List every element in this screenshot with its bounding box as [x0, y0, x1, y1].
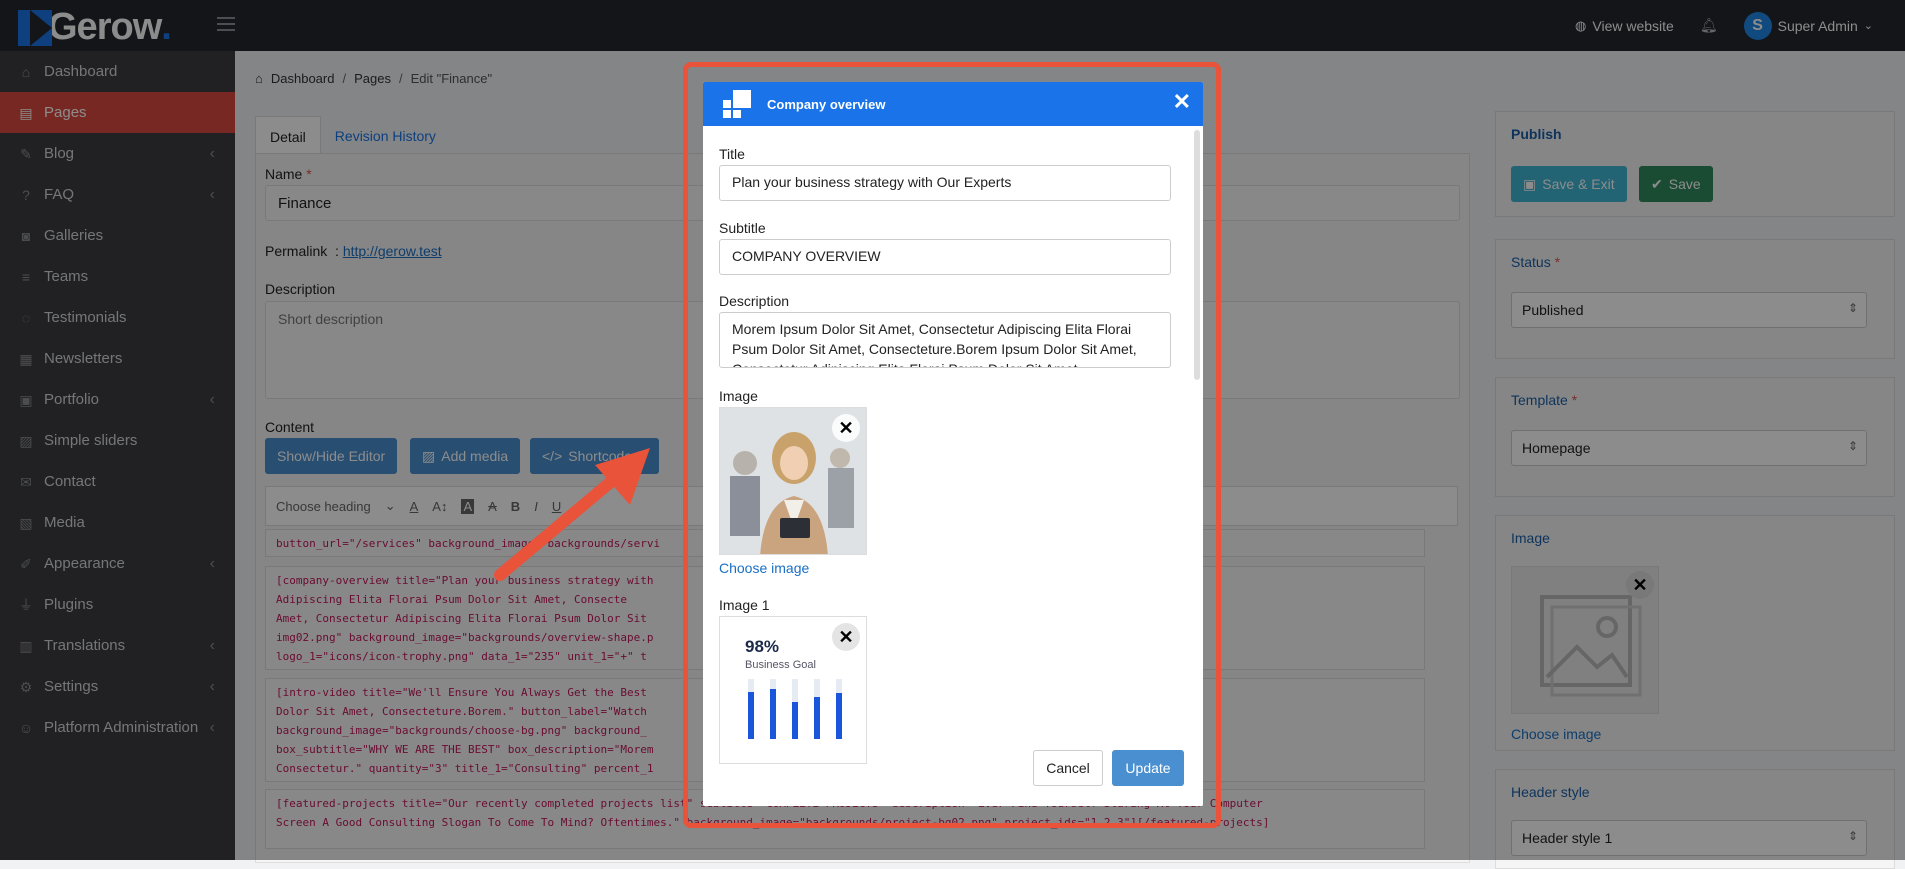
highlight-frame	[683, 62, 1221, 828]
arrow-icon	[494, 448, 650, 581]
